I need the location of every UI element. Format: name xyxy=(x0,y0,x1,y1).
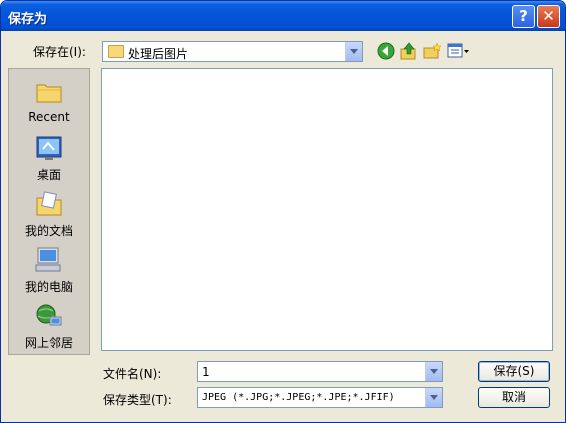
back-icon[interactable] xyxy=(376,41,396,61)
dialog-title: 保存为 xyxy=(8,12,48,27)
network-places-icon xyxy=(36,304,62,326)
place-desktop[interactable]: 桌面 xyxy=(9,133,89,183)
title-bar[interactable]: 保存为 ? ✕ xyxy=(1,1,565,31)
file-list[interactable] xyxy=(101,68,553,351)
place-label: 我的文档 xyxy=(24,224,73,238)
filename-label: 文件名(N): xyxy=(103,367,162,381)
place-label: Recent xyxy=(28,110,70,124)
save-in-value: 处理后图片 xyxy=(128,47,189,61)
filetype-value: JPEG (*.JPG;*.JPEG;*.JPE;*.JFIF) xyxy=(202,392,395,403)
filetype-label: 保存类型(T): xyxy=(103,393,172,407)
my-computer-icon xyxy=(35,247,61,272)
up-folder-icon[interactable] xyxy=(399,41,419,61)
place-my-computer[interactable]: 我的电脑 xyxy=(9,245,89,295)
place-label: 我的电脑 xyxy=(24,280,73,294)
recent-folder-icon xyxy=(36,84,62,103)
filetype-dropdown-button[interactable] xyxy=(425,388,442,407)
place-my-documents[interactable]: 我的文档 xyxy=(9,189,89,239)
place-label: 桌面 xyxy=(36,168,61,182)
help-button[interactable]: ? xyxy=(512,5,535,28)
my-documents-icon xyxy=(36,191,62,216)
filename-dropdown-button[interactable] xyxy=(425,362,442,381)
save-in-dropdown-button[interactable] xyxy=(345,42,362,61)
cancel-button[interactable]: 取消 xyxy=(478,387,550,408)
desktop-icon xyxy=(36,136,62,160)
places-bar: Recent 桌面 我的文档 我的电脑 网上邻居 xyxy=(8,68,90,355)
save-as-dialog: 保存为 ? ✕ 保存在(I): 处理后图片 Recent 桌面 我的文档 我的电… xyxy=(0,0,566,423)
filename-value: 1 xyxy=(202,365,210,379)
place-network[interactable]: 网上邻居 xyxy=(9,301,89,351)
filetype-select[interactable]: JPEG (*.JPG;*.JPEG;*.JPE;*.JFIF) xyxy=(197,387,443,408)
new-folder-icon[interactable] xyxy=(422,41,442,61)
place-recent[interactable]: Recent xyxy=(9,77,89,124)
folder-icon xyxy=(108,45,124,58)
place-label: 网上邻居 xyxy=(24,336,73,350)
save-button[interactable]: 保存(S) xyxy=(478,361,550,382)
view-menu-icon[interactable] xyxy=(446,41,470,61)
filename-input[interactable]: 1 xyxy=(197,361,443,382)
save-in-label: 保存在(I): xyxy=(33,45,86,59)
save-in-combo[interactable]: 处理后图片 xyxy=(102,41,363,62)
close-button[interactable]: ✕ xyxy=(537,5,560,28)
